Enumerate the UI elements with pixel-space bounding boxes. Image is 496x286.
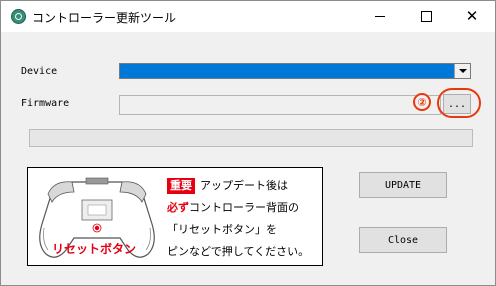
firmware-label: Firmware	[21, 98, 70, 109]
close-icon: ✕	[465, 7, 479, 25]
app-logo-icon	[11, 9, 26, 24]
highlight-circle	[437, 88, 481, 118]
close-button[interactable]: Close	[359, 227, 447, 253]
chevron-down-icon	[458, 69, 467, 73]
important-badge: 重要	[167, 178, 195, 194]
progress-bar	[29, 129, 473, 147]
notice-emphasis: 必ず	[167, 201, 189, 214]
reset-button-caption: リセットボタン	[52, 242, 137, 256]
close-window-button[interactable]: ✕	[449, 1, 495, 32]
window-title: コントローラー更新ツール	[32, 11, 177, 25]
minimize-icon	[375, 16, 385, 17]
notice-line-4: ピンなどで押してください。	[167, 245, 310, 258]
maximize-button[interactable]	[403, 1, 449, 32]
notice-line-3: 「リセットボタン」を	[167, 223, 277, 236]
firmware-path-field[interactable]	[119, 95, 441, 115]
title-bar[interactable]: コントローラー更新ツール ✕	[1, 1, 495, 32]
device-dropdown-button[interactable]	[454, 64, 470, 78]
maximize-icon	[420, 11, 432, 22]
notice-line-1: 重要 アップデート後は	[167, 175, 319, 197]
minimize-button[interactable]	[357, 1, 403, 32]
notice-line-1-text: アップデート後は	[200, 179, 288, 192]
reset-notice-panel: リセットボタン 重要 アップデート後は 必ずコントローラー背面の 「リセットボタン…	[27, 167, 323, 266]
update-button[interactable]: UPDATE	[359, 172, 447, 198]
step-number-marker: ②	[413, 93, 431, 111]
app-window: コントローラー更新ツール ✕ Device Firmware ② ... リセッ…	[0, 0, 496, 286]
notice-line-2: 必ずコントローラー背面の	[167, 197, 319, 219]
notice-line-2-text: コントローラー背面の	[189, 201, 299, 214]
device-label: Device	[21, 66, 58, 77]
device-select[interactable]	[119, 63, 471, 79]
notice-text: 重要 アップデート後は 必ずコントローラー背面の 「リセットボタン」を ピンなどで…	[167, 175, 319, 263]
